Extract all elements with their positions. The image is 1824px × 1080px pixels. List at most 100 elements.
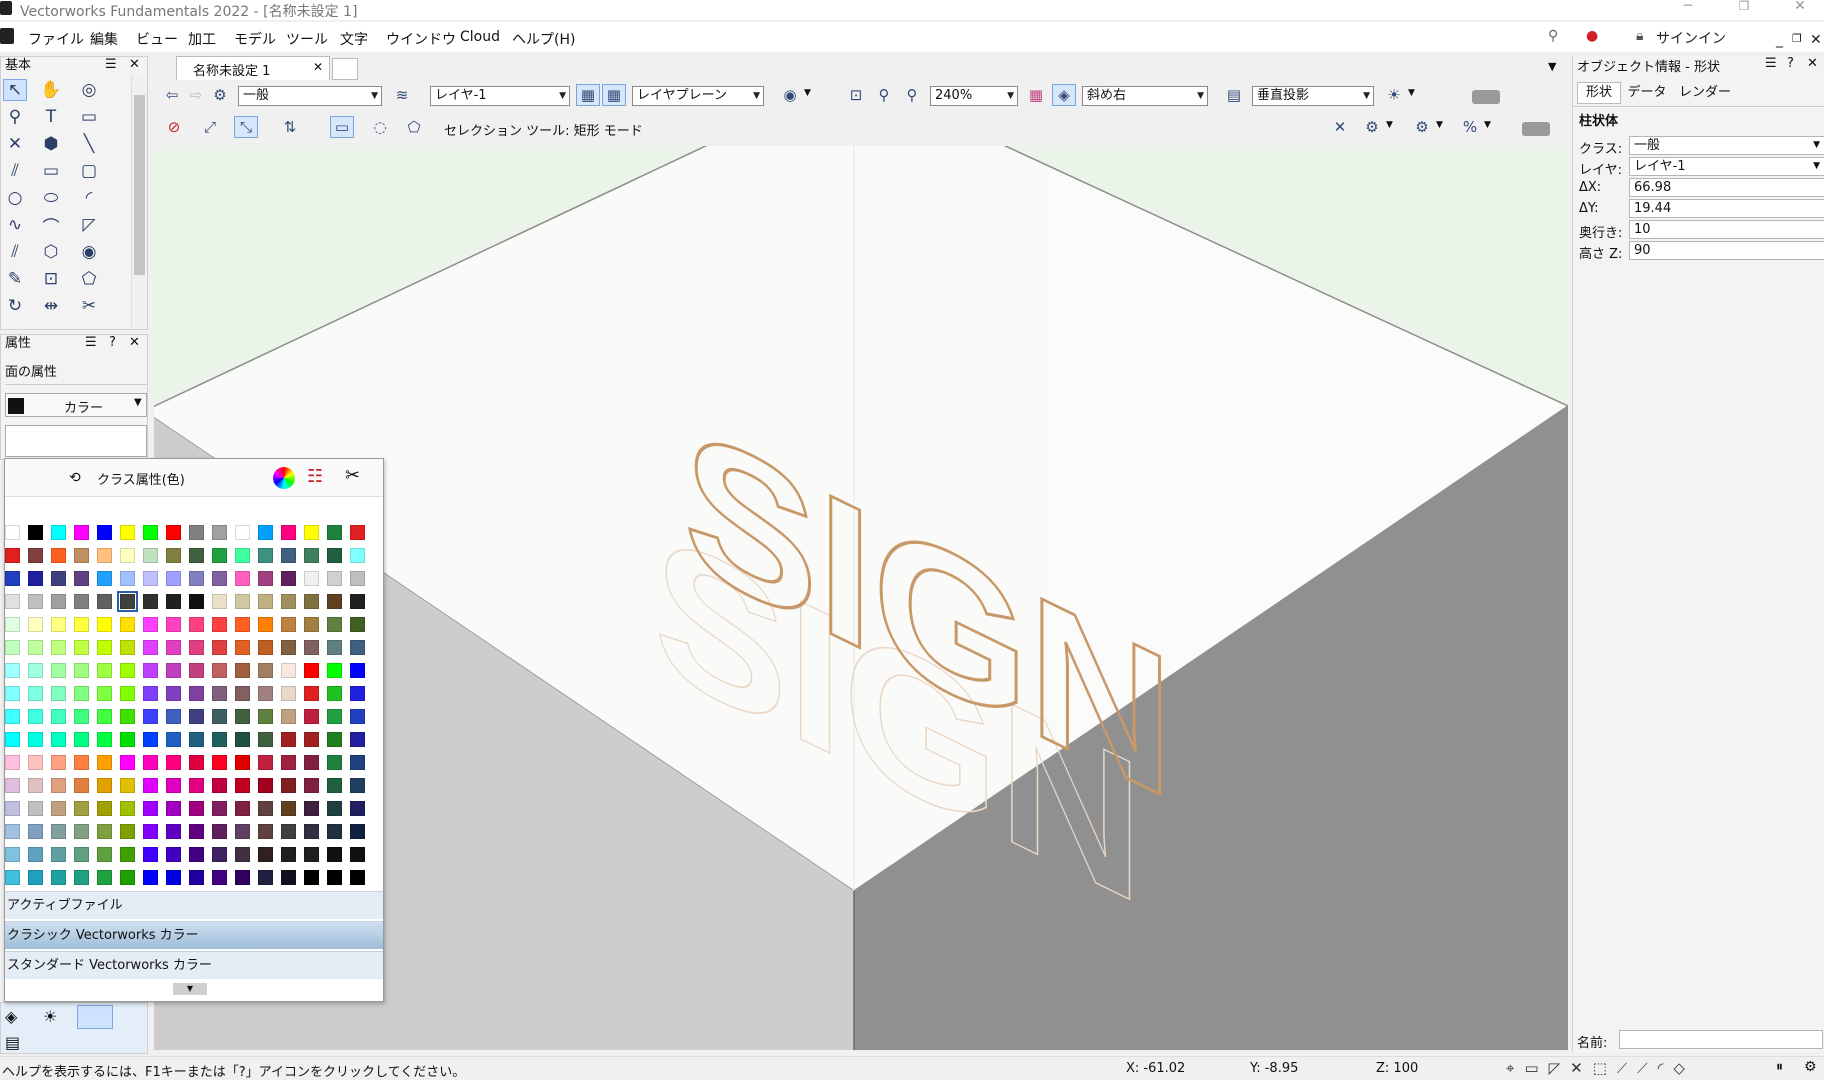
color-swatch[interactable] [327,755,342,770]
close-window-button[interactable]: ✕ [1780,0,1820,14]
arc-tool-icon[interactable]: ◜ [77,187,101,209]
color-swatch[interactable] [143,709,158,724]
color-swatch[interactable] [235,847,250,862]
tab-list-chevron-icon[interactable]: ▼ [1548,60,1556,73]
color-swatch[interactable] [327,824,342,839]
color-swatch[interactable] [120,847,135,862]
color-swatch[interactable] [327,571,342,586]
color-swatch[interactable] [235,617,250,632]
disable-interactive-icon[interactable]: ⊘ [162,116,186,138]
rotate-tool-icon[interactable]: ↻ [3,295,27,317]
color-swatch[interactable] [166,778,181,793]
color-swatch[interactable] [28,525,43,540]
back-icon[interactable]: ⇦ [160,84,184,106]
double-polyline-tool-icon[interactable]: ⫽ [3,241,27,263]
symbol-tool-icon[interactable]: ⬢ [39,133,63,155]
color-swatch[interactable] [281,709,296,724]
minimize-button[interactable]: ─ [1668,0,1708,14]
mdi-restore-button[interactable]: ❐ [1792,32,1802,45]
color-swatch[interactable] [51,847,66,862]
color-swatch[interactable] [304,617,319,632]
color-swatch[interactable] [235,732,250,747]
color-swatch[interactable] [120,640,135,655]
color-swatch[interactable] [143,548,158,563]
text-tool-icon[interactable]: T [39,106,63,128]
dy-field[interactable]: 19.44 [1629,199,1824,218]
layer-dropdown[interactable]: レイヤ-1 ▼ [430,86,570,106]
locus-tool-icon[interactable]: ✕ [3,133,27,155]
color-swatch[interactable] [189,709,204,724]
color-swatch[interactable] [166,709,181,724]
color-swatch[interactable] [51,617,66,632]
color-swatch[interactable] [189,801,204,816]
color-swatch[interactable] [120,686,135,701]
attr-menu-icon[interactable]: ☰ [85,335,97,350]
color-swatch[interactable] [97,778,112,793]
color-swatch[interactable] [51,663,66,678]
color-swatch[interactable] [5,617,20,632]
color-swatch[interactable] [51,755,66,770]
color-swatch[interactable] [327,525,342,540]
oip-close-icon[interactable]: ✕ [1807,56,1818,71]
color-swatch[interactable] [281,686,296,701]
color-swatch[interactable] [189,640,204,655]
rectangle-tool-icon[interactable]: ▭ [39,160,63,182]
color-swatch[interactable] [350,686,365,701]
color-swatch[interactable] [97,571,112,586]
color-swatch[interactable] [28,709,43,724]
color-swatch[interactable] [212,709,227,724]
color-swatch[interactable] [166,571,181,586]
color-swatch[interactable] [51,709,66,724]
tab-render[interactable]: レンダー [1677,83,1733,103]
color-swatch[interactable] [143,617,158,632]
layer-options-icon[interactable]: ▦ [576,84,600,106]
color-swatch[interactable] [97,755,112,770]
color-swatch[interactable] [28,663,43,678]
circle-tool-icon[interactable]: ○ [3,187,27,209]
snap-settings-icon[interactable]: ⚙ [1410,116,1434,138]
color-swatch[interactable] [28,594,43,609]
color-swatch[interactable] [258,755,273,770]
lasso-mode-icon[interactable]: ◌ [368,116,392,138]
color-swatch[interactable] [97,686,112,701]
color-swatch[interactable] [327,686,342,701]
tool-settings-icon[interactable]: ⚙ [1360,116,1384,138]
dx-field[interactable]: 66.98 [1629,178,1824,197]
color-swatch[interactable] [143,801,158,816]
regular-polygon-tool-icon[interactable]: ⬡ [39,241,63,263]
color-swatch[interactable] [304,594,319,609]
color-swatch[interactable] [304,525,319,540]
pause-icon[interactable]: ⏸ [1776,1059,1783,1075]
color-swatch[interactable] [327,732,342,747]
color-swatch[interactable] [28,824,43,839]
polyline-tool-icon[interactable]: ⌒ [39,214,63,238]
color-swatch[interactable] [74,732,89,747]
color-swatch[interactable] [350,548,365,563]
expand-toolbar-button[interactable] [1522,122,1550,136]
color-swatch[interactable] [74,801,89,816]
color-swatch[interactable] [281,801,296,816]
snap-chevron-icon[interactable]: ▼ [1436,120,1443,130]
mdi-minimize-button[interactable]: _ [1776,32,1783,48]
fill-style-dropdown[interactable]: カラー ▼ [5,393,147,417]
color-swatch[interactable] [212,847,227,862]
color-swatch[interactable] [97,663,112,678]
color-swatch[interactable] [5,686,20,701]
color-swatch[interactable] [28,778,43,793]
color-swatch[interactable] [28,870,43,885]
color-swatch[interactable] [74,755,89,770]
name-field[interactable] [1619,1030,1823,1049]
color-swatch[interactable] [117,591,138,612]
color-swatch[interactable] [189,548,204,563]
class-options-icon[interactable]: ▦ [602,84,626,106]
color-swatch[interactable] [212,617,227,632]
color-swatch[interactable] [327,870,342,885]
color-swatch[interactable] [189,732,204,747]
settings-icon[interactable]: ⚙ [1804,1059,1817,1075]
selection-tool-icon[interactable]: ↖ [3,79,27,101]
menu-modify[interactable]: 加工 [188,29,216,49]
color-swatch[interactable] [235,525,250,540]
color-swatch[interactable] [304,640,319,655]
menu-edit[interactable]: 編集 [90,29,118,49]
color-swatch[interactable] [74,663,89,678]
